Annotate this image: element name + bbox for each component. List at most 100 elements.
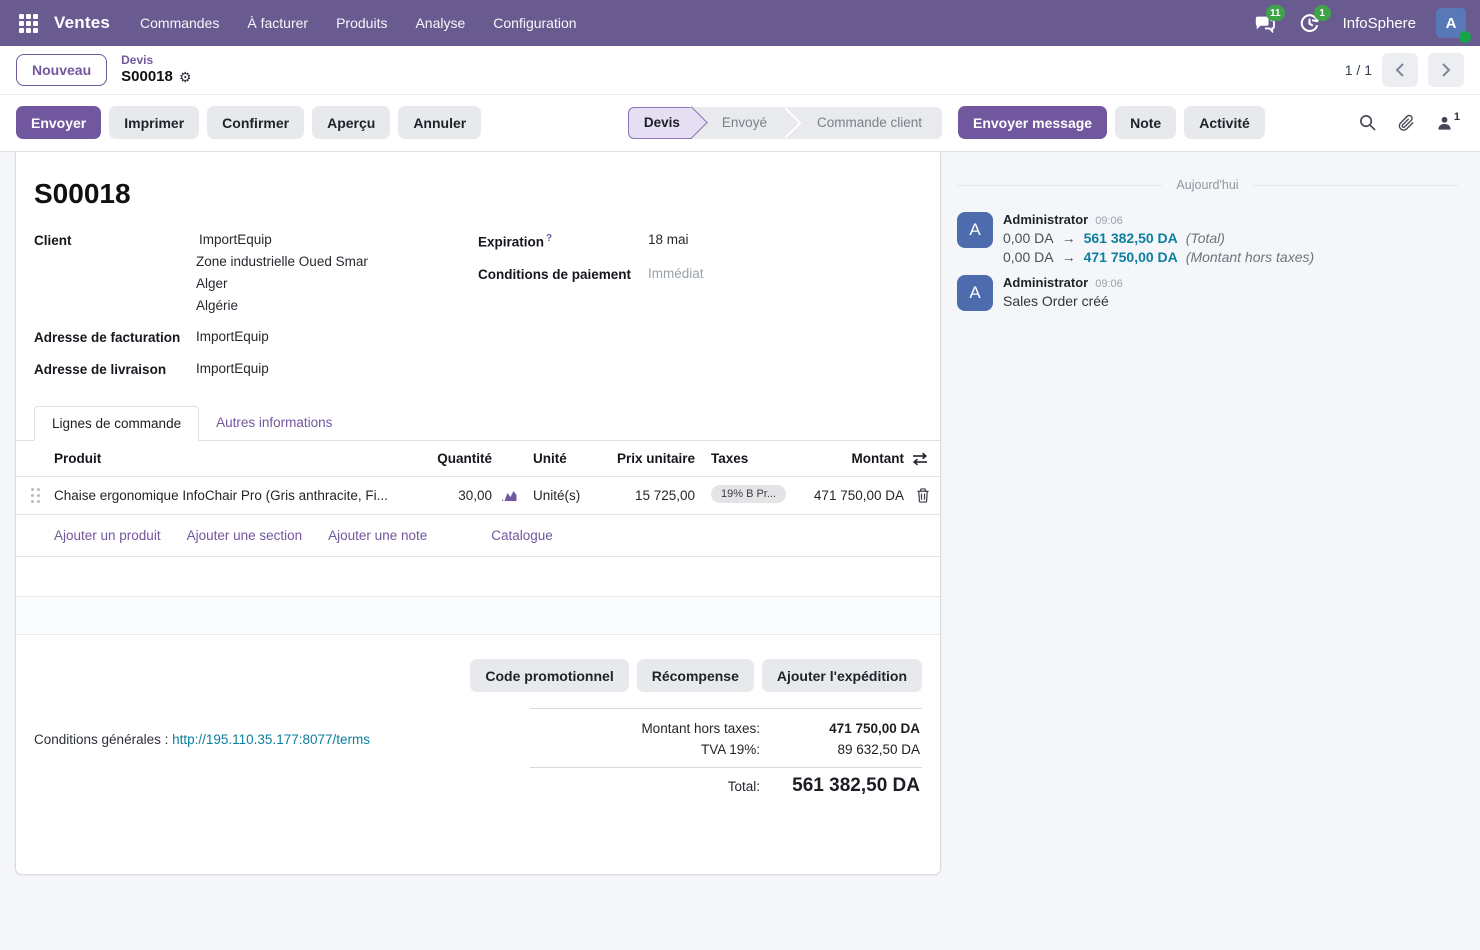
print-button[interactable]: Imprimer [109,106,199,139]
chatter-panel: Aujourd'hui A Administrator 09:06 0,00 D… [941,152,1480,321]
untaxed-amount-value: 471 750,00 DA [760,721,920,736]
cancel-button[interactable]: Annuler [398,106,481,139]
message-time: 09:06 [1095,278,1123,290]
app-name[interactable]: Ventes [54,13,110,33]
line-unit-price[interactable]: 15 725,00 [609,488,699,503]
messages-icon[interactable]: 11 [1251,11,1277,35]
chatter-message: A Administrator 09:06 Sales Order créé [957,275,1458,311]
apps-grid-icon [19,14,38,33]
message-time: 09:06 [1095,215,1123,227]
tracking-new-value: 561 382,50 DA [1084,230,1178,246]
line-uom[interactable]: Unité(s) [524,488,609,503]
col-header-taxes[interactable]: Taxes [699,451,794,466]
log-note-button[interactable]: Note [1115,106,1176,139]
delivery-address-label: Adresse de livraison [34,361,196,377]
col-header-product[interactable]: Produit [54,451,414,466]
messages-count-badge: 11 [1266,5,1285,21]
tracking-value-line: 0,00 DA → 561 382,50 DA (Total) [1003,230,1314,246]
breadcrumb: Devis S00018 ⚙ [121,54,191,85]
expiration-value[interactable]: 18 mai [648,232,689,250]
add-shipping-button[interactable]: Ajouter l'expédition [762,659,922,692]
notebook-tabs: Lignes de commande Autres informations [16,405,940,441]
control-panel-breadcrumb-row: Nouveau Devis S00018 ⚙ 1 / 1 [0,46,1480,95]
tax-label: TVA 19%: [701,742,760,757]
col-header-uom[interactable]: Unité [524,451,609,466]
pager-previous-button[interactable] [1382,53,1418,87]
col-header-quantity[interactable]: Quantité [414,451,494,466]
schedule-activity-button[interactable]: Activité [1184,106,1265,139]
tracking-value-line: 0,00 DA → 471 750,00 DA (Montant hors ta… [1003,249,1314,265]
col-header-amount[interactable]: Montant [794,451,906,466]
date-divider: Aujourd'hui [957,178,1458,192]
send-button[interactable]: Envoyer [16,106,101,139]
line-tax-badge[interactable]: 19% B Pr... [711,485,786,503]
client-address-line: Algérie [196,298,368,313]
nav-item-configuration[interactable]: Configuration [481,9,588,37]
activities-icon[interactable]: 1 [1297,11,1323,35]
line-product-name[interactable]: Chaise ergonomique InfoChair Pro (Gris a… [54,488,414,503]
line-quantity[interactable]: 30,00 [414,488,494,503]
chatter-message: A Administrator 09:06 0,00 DA → 561 382,… [957,212,1458,265]
tracking-field-name: (Total) [1186,230,1225,246]
tab-order-lines[interactable]: Lignes de commande [34,406,199,441]
total-value: 561 382,50 DA [760,775,920,797]
user-menu[interactable]: A [1436,8,1466,38]
followers-icon[interactable]: 1 [1437,115,1460,131]
online-status-dot [1459,31,1471,43]
expiration-help-icon[interactable]: ? [546,233,552,244]
nav-menu: Commandes À facturer Produits Analyse Co… [128,9,589,37]
client-value[interactable]: ImportEquip [196,232,368,247]
order-lines-table: Produit Quantité Unité Prix unitaire Tax… [16,441,940,635]
invoice-address-label: Adresse de facturation [34,329,196,345]
add-note-link[interactable]: Ajouter une note [328,528,427,543]
catalogue-link[interactable]: Catalogue [491,528,553,543]
empty-table-row [16,557,940,597]
forecast-chart-icon[interactable] [494,489,524,502]
confirm-button[interactable]: Confirmer [207,106,304,139]
line-amount: 471 750,00 DA [794,488,906,503]
search-messages-icon[interactable] [1359,114,1376,131]
breadcrumb-parent-devis[interactable]: Devis [121,54,191,68]
breadcrumb-current-record: S00018 [121,68,173,85]
tab-other-info[interactable]: Autres informations [199,406,349,441]
pager-next-button[interactable] [1428,53,1464,87]
preview-button[interactable]: Aperçu [312,106,390,139]
nav-item-a-facturer[interactable]: À facturer [235,9,320,37]
status-step-devis[interactable]: Devis [628,107,692,139]
totals-block: Montant hors taxes: 471 750,00 DA TVA 19… [530,708,922,800]
nav-item-analyse[interactable]: Analyse [403,9,477,37]
nav-item-produits[interactable]: Produits [324,9,399,37]
payment-terms-value[interactable]: Immédiat [648,266,704,282]
add-product-link[interactable]: Ajouter un produit [54,528,161,543]
message-author: Administrator [1003,212,1088,227]
row-drag-handle[interactable] [16,488,54,503]
record-actions-gear-icon[interactable]: ⚙ [179,69,192,85]
new-button[interactable]: Nouveau [16,54,107,86]
attachments-icon[interactable] [1398,114,1415,132]
invoice-address-value[interactable]: ImportEquip [196,329,269,345]
tracking-arrow-icon: → [1062,249,1076,265]
optional-columns-icon[interactable] [906,452,940,466]
delivery-address-value[interactable]: ImportEquip [196,361,269,377]
terms-label: Conditions générales : [34,732,168,747]
add-section-link[interactable]: Ajouter une section [187,528,303,543]
delete-line-icon[interactable] [906,488,940,503]
nav-item-commandes[interactable]: Commandes [128,9,231,37]
company-name[interactable]: InfoSphere [1343,15,1416,32]
pager-counter: 1 / 1 [1345,62,1372,78]
message-body: Sales Order créé [1003,293,1123,309]
tracking-field-name: (Montant hors taxes) [1186,249,1314,265]
status-step-commande-client[interactable]: Commande client [787,107,942,139]
promo-code-button[interactable]: Code promotionnel [470,659,628,692]
tracking-old-value: 0,00 DA [1003,249,1054,265]
activities-count-badge: 1 [1314,5,1331,21]
terms-link[interactable]: http://195.110.35.177:8077/terms [172,732,370,747]
reward-button[interactable]: Récompense [637,659,754,692]
message-avatar: A [957,212,993,248]
col-header-unit-price[interactable]: Prix unitaire [609,451,699,466]
apps-menu-button[interactable] [10,5,46,41]
quotation-title: S00018 [34,178,922,210]
client-address-line: Zone industrielle Oued Smar [196,254,368,269]
send-message-button[interactable]: Envoyer message [958,106,1107,139]
payment-terms-label: Conditions de paiement [478,266,648,282]
